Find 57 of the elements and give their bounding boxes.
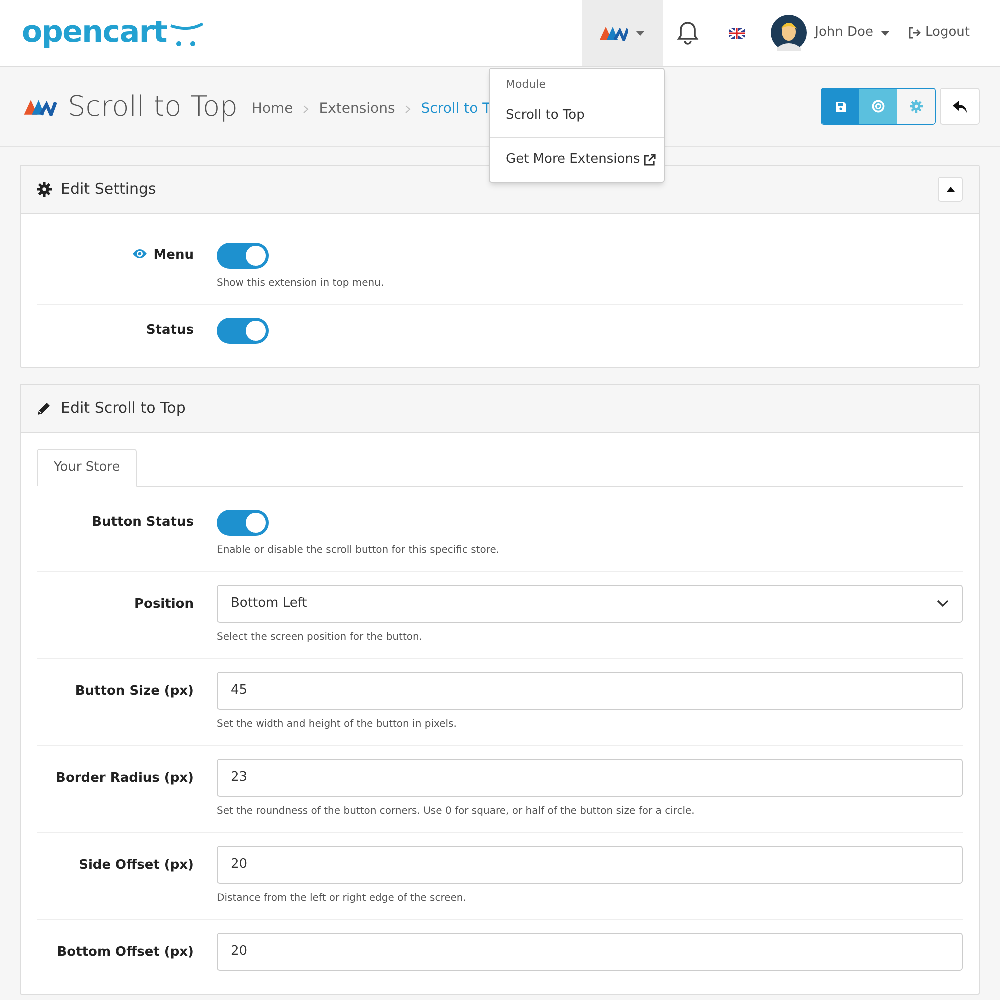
help-button[interactable] — [859, 89, 897, 124]
select-field[interactable]: Bottom Left — [217, 584, 963, 622]
caret-icon — [881, 30, 890, 36]
menu-item[interactable]: Get More Extensions — [490, 146, 664, 174]
panel-title: Edit Settings — [61, 179, 156, 200]
field-label: Button Status — [92, 514, 194, 532]
field-label: Position — [134, 596, 194, 614]
input-field[interactable]: 20 — [217, 846, 963, 884]
field-label: Bottom Offset (px) — [57, 944, 194, 962]
user-menu-button[interactable]: John Doe — [761, 0, 900, 66]
breadcrumb-link[interactable]: Home — [252, 99, 294, 120]
separator-icon — [405, 105, 412, 114]
bell-icon — [677, 21, 700, 45]
chevron-down-icon — [937, 600, 949, 608]
field-label: Button Size (px) — [75, 682, 194, 700]
caret-icon — [636, 30, 646, 36]
menu-item[interactable]: Scroll to Top — [490, 102, 664, 129]
caret-up-icon — [946, 187, 954, 192]
toggle-switch[interactable] — [217, 318, 269, 344]
back-button[interactable] — [940, 88, 980, 125]
field-label: Border Radius (px) — [56, 770, 194, 788]
reply-arrow-icon — [953, 100, 967, 112]
field-label: Menu — [154, 247, 194, 265]
input-field[interactable]: 23 — [217, 758, 963, 796]
settings-icon — [910, 100, 922, 113]
gear-icon — [37, 182, 52, 197]
external-link-icon — [644, 154, 656, 166]
help-text: Select the screen position for the button. — [217, 630, 424, 644]
help-text: Distance from the left or right edge of the screen. — [217, 892, 468, 906]
help-text: Show this extension in top menu. — [217, 277, 386, 291]
avatar-icon — [771, 15, 808, 51]
toggle-switch[interactable] — [217, 243, 269, 269]
help-text: Enable or disable the scroll button for this specific store. — [217, 544, 501, 558]
toggle-switch[interactable] — [217, 510, 269, 536]
field-label: Side Offset (px) — [79, 856, 194, 874]
sign-out-icon — [908, 27, 922, 39]
page-title: Scroll to Top — [68, 88, 238, 124]
help-text: Set the roundness of the button corners. Use 0 for square, or half of the button size for a circle. — [217, 804, 696, 818]
lifebuoy-icon — [872, 100, 884, 113]
input-field[interactable]: 45 — [217, 672, 963, 710]
panel-title: Edit Scroll to Top — [61, 398, 186, 420]
separator-icon — [303, 105, 310, 114]
brand-icon — [600, 25, 628, 41]
logout-button[interactable]: Logout — [900, 0, 1000, 66]
breadcrumb-link[interactable]: Extensions — [319, 99, 396, 120]
tab[interactable]: Your Store — [37, 449, 138, 486]
save-button[interactable] — [822, 89, 859, 124]
extension-menu-button[interactable] — [582, 0, 664, 66]
menu-header: Module — [505, 77, 547, 93]
field-label: Status — [146, 322, 194, 340]
cart-swoosh-icon — [168, 22, 205, 48]
flag-icon — [729, 28, 746, 38]
help-text: Set the width and height of the button in pixels. — [217, 718, 458, 732]
input-field[interactable]: 20 — [217, 932, 963, 970]
eye-icon — [132, 248, 147, 260]
pencil-icon — [37, 401, 52, 416]
collapse-button[interactable] — [938, 177, 963, 202]
